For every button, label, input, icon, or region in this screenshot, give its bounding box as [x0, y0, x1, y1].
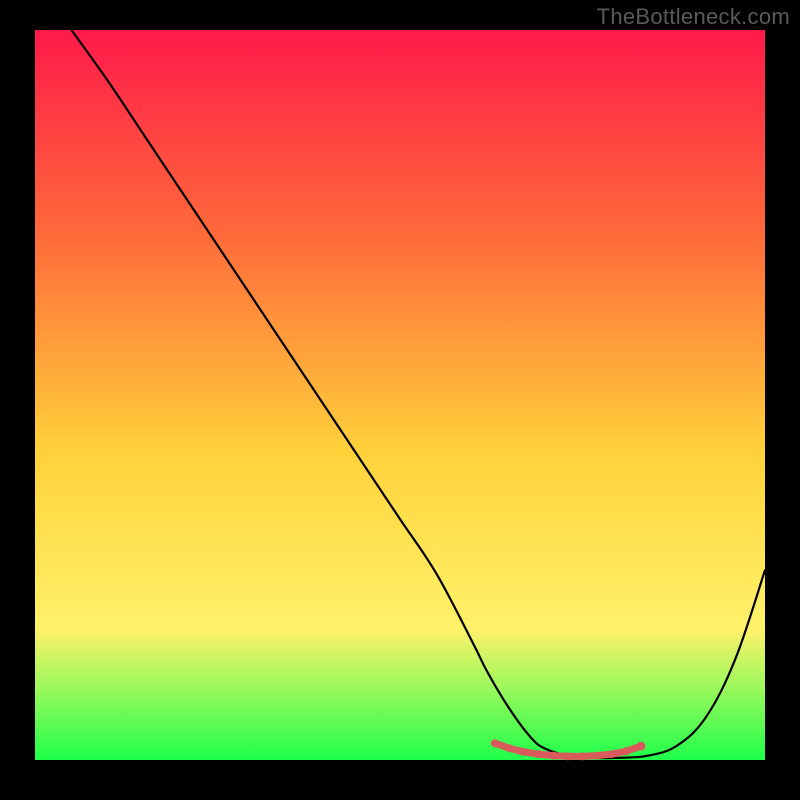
marker-dot [549, 752, 557, 760]
marker-dot [622, 747, 630, 755]
marker-dot [535, 750, 543, 758]
chart-frame: TheBottleneck.com [0, 0, 800, 800]
plot-area [35, 30, 765, 760]
bottleneck-chart [0, 0, 800, 800]
marker-dot [593, 752, 601, 760]
watermark-text: TheBottleneck.com [597, 4, 790, 30]
marker-dot [520, 748, 528, 756]
marker-dot [579, 752, 587, 760]
marker-dot [491, 739, 499, 747]
marker-dot [608, 750, 616, 758]
marker-dot [564, 752, 572, 760]
marker-dot [636, 742, 645, 751]
marker-dot [506, 744, 514, 752]
